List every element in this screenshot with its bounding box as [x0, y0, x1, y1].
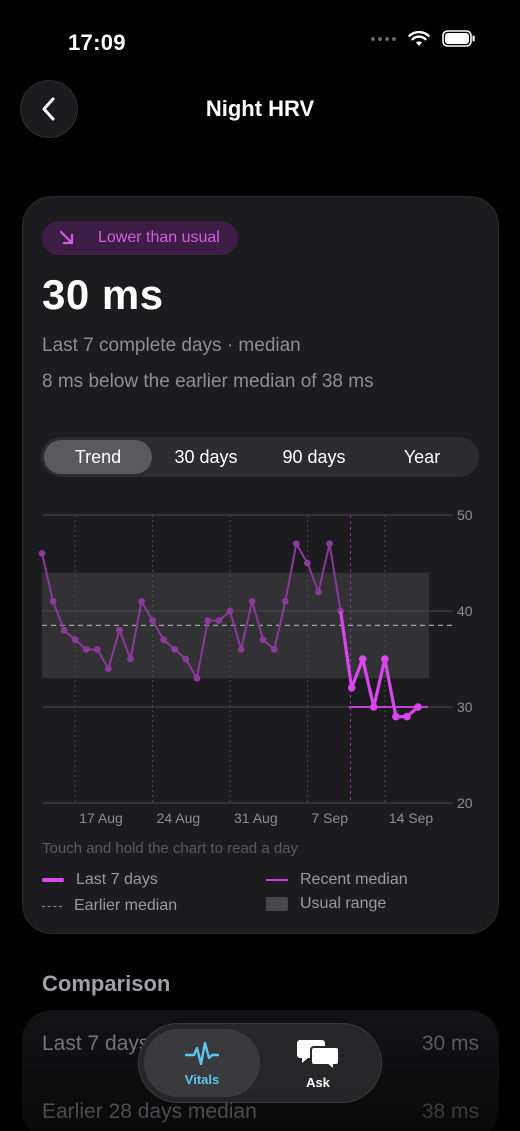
- data-point-earlier: [60, 626, 68, 634]
- data-point-last-7-days: [414, 703, 422, 711]
- data-point-earlier: [270, 646, 278, 653]
- data-point-earlier: [49, 598, 57, 605]
- data-point-earlier: [326, 540, 333, 548]
- data-point-last-7-days: [381, 655, 389, 663]
- status-time: 17:09: [68, 30, 126, 55]
- y-tick-label: 40: [457, 603, 473, 619]
- legend-last-7-days: Last 7 days: [42, 871, 158, 889]
- data-point-earlier: [204, 617, 212, 624]
- chart-hint: Touch and hold the chart to read a day: [42, 840, 299, 857]
- data-point-earlier: [193, 674, 201, 682]
- y-tick-label: 50: [457, 507, 473, 523]
- data-point-last-7-days: [403, 712, 411, 721]
- status-bar: 17:09: [0, 0, 520, 80]
- tab-bar: Vitals Ask: [138, 1023, 382, 1103]
- status-badge: Lower than usual: [42, 221, 238, 255]
- tab-ask-label: Ask: [306, 1074, 330, 1090]
- data-point-earlier: [304, 559, 311, 567]
- comparison-title: Comparison: [42, 971, 171, 996]
- data-point-earlier: [149, 617, 156, 624]
- data-point-earlier: [171, 646, 179, 653]
- legend-label-last-7: Last 7 days: [76, 871, 158, 888]
- data-point-earlier: [116, 626, 123, 634]
- x-tick-label: 31 Aug: [234, 810, 278, 826]
- tab-vitals[interactable]: Vitals: [144, 1029, 260, 1097]
- comparison-row-label: Last 7 days: [42, 1032, 150, 1055]
- nav-bar: Night HRV: [0, 80, 520, 140]
- data-point-earlier: [259, 636, 267, 644]
- x-tick-label: 7 Sep: [311, 810, 348, 826]
- data-point-last-7-days: [358, 655, 367, 663]
- tab-ask[interactable]: Ask: [260, 1029, 376, 1097]
- data-point-earlier: [160, 636, 168, 644]
- legend-swatch-recent-median: [266, 879, 288, 881]
- range-segmented-control: Trend 30 days 90 days Year: [41, 437, 479, 477]
- legend-usual-range: Usual range: [266, 895, 386, 913]
- segment-90-days[interactable]: 90 days: [260, 440, 368, 474]
- comparison-row-value: 38 ms: [421, 1100, 479, 1123]
- comparison-row-value: 30 ms: [421, 1032, 479, 1055]
- data-point-earlier: [182, 655, 190, 663]
- segment-30-days[interactable]: 30 days: [152, 440, 260, 474]
- legend-label-earlier-median: Earlier median: [74, 897, 178, 914]
- tab-vitals-label: Vitals: [184, 1071, 220, 1087]
- data-point-earlier: [71, 636, 79, 644]
- wifi-icon: [408, 30, 430, 46]
- legend-label-usual-range: Usual range: [300, 895, 387, 912]
- data-point-earlier: [315, 588, 322, 596]
- y-tick-label: 20: [457, 795, 473, 811]
- x-tick-label: 24 Aug: [157, 810, 201, 826]
- data-point-earlier: [82, 646, 90, 653]
- period-label: Last 7 complete days · median: [42, 335, 301, 356]
- data-point-earlier: [138, 598, 145, 605]
- segment-trend[interactable]: Trend: [44, 440, 152, 474]
- data-point-earlier: [281, 598, 289, 605]
- data-point-earlier: [292, 540, 300, 548]
- legend-swatch-last-7: [42, 878, 64, 882]
- legend-recent-median: Recent median: [266, 871, 408, 889]
- legend-swatch-earlier-median: [42, 905, 62, 907]
- comparison-row: Earlier 28 days median 38 ms: [42, 1100, 479, 1124]
- x-tick-label: 14 Sep: [389, 810, 434, 826]
- chat-bubbles-icon: [297, 1039, 340, 1071]
- comparison-row-label: Earlier 28 days median: [42, 1100, 257, 1123]
- data-point-earlier: [237, 646, 245, 653]
- cellular-signal-icon: [371, 36, 396, 41]
- segment-year[interactable]: Year: [368, 440, 476, 474]
- data-point-last-7-days: [347, 684, 356, 692]
- page-title: Night HRV: [205, 96, 315, 121]
- chart-legend: Last 7 days Recent median Earlier median…: [42, 869, 482, 929]
- hrv-summary-card: Lower than usual 30 ms Last 7 complete d…: [22, 196, 499, 934]
- legend-earlier-median: Earlier median: [42, 897, 177, 915]
- status-icons: [371, 30, 476, 47]
- hrv-trend-chart[interactable]: 20 30 40 50 17 Aug 24 Aug 31 Aug 7 Sep 14 Sep: [23, 497, 500, 827]
- legend-swatch-usual-range: [266, 897, 288, 911]
- data-point-last-7-days: [392, 712, 400, 721]
- x-tick-label: 17 Aug: [79, 810, 123, 826]
- vitals-icon: [185, 1041, 219, 1065]
- data-point-earlier: [248, 598, 256, 605]
- data-point-earlier: [38, 550, 46, 557]
- data-point-earlier: [226, 607, 234, 615]
- data-point-earlier: [215, 617, 223, 624]
- comparison-detail: 8 ms below the earlier median of 38 ms: [42, 371, 374, 392]
- data-point-earlier: [93, 646, 101, 653]
- data-point-last-7-days: [369, 703, 378, 711]
- battery-icon: [442, 30, 475, 47]
- legend-label-recent-median: Recent median: [300, 871, 408, 888]
- y-tick-label: 30: [457, 699, 473, 715]
- data-point-earlier: [104, 665, 112, 672]
- status-badge-label: Lower than usual: [98, 229, 220, 246]
- arrow-down-right-icon: [59, 230, 74, 245]
- data-point-earlier: [127, 655, 134, 663]
- hrv-value: 30 ms: [42, 271, 164, 318]
